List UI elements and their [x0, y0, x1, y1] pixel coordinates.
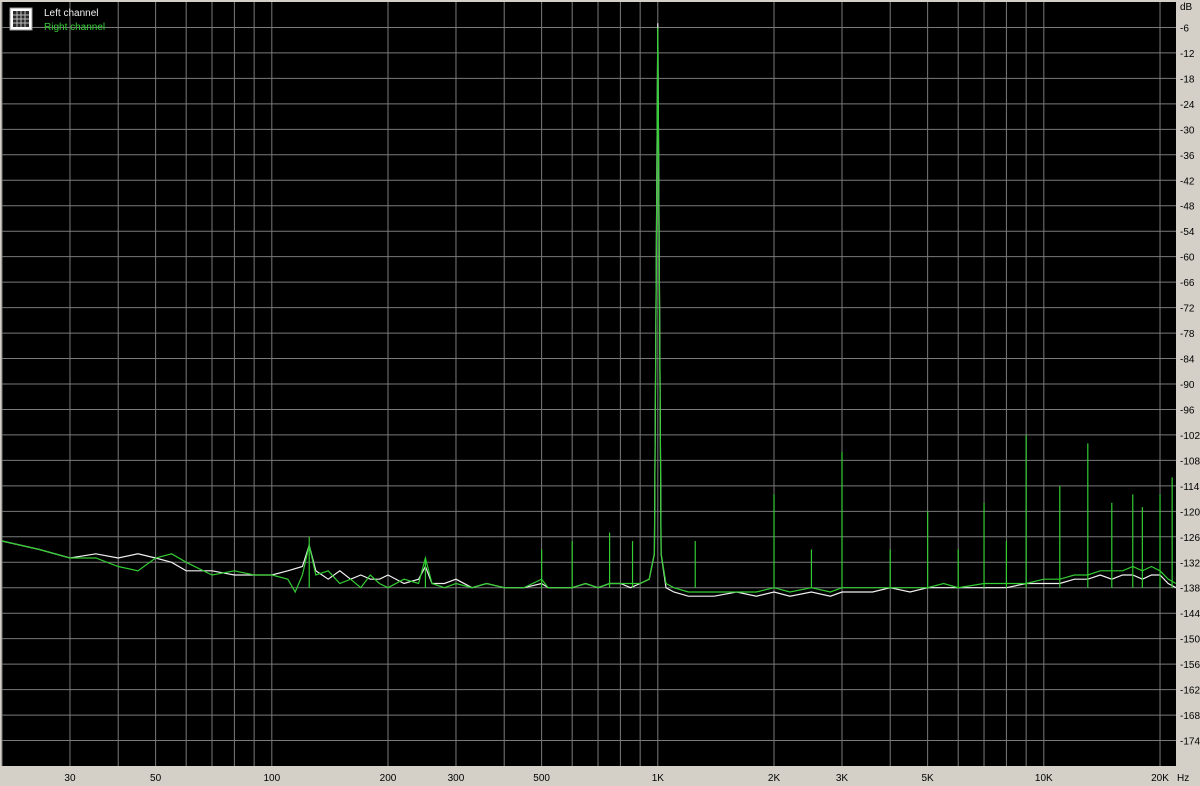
- x-tick-label: 200: [380, 773, 397, 784]
- y-tick-label: -174: [1180, 737, 1200, 748]
- x-tick-label: 3K: [836, 773, 849, 784]
- y-tick-label: -126: [1180, 533, 1200, 544]
- x-tick-label: 500: [533, 773, 550, 784]
- y-tick-label: -132: [1180, 558, 1200, 569]
- spectrum-chart: 30 50 100 200 300 500 1K 2K 3K 5K 10K 20K -6 -12 -18 -…: [0, 0, 1200, 786]
- y-tick-label: -108: [1180, 456, 1200, 467]
- y-tick-label: -96: [1180, 405, 1195, 416]
- y-tick-label: -12: [1180, 49, 1195, 60]
- legend-right-channel: Right channel: [44, 22, 105, 33]
- y-tick-label: -84: [1180, 355, 1195, 366]
- y-tick-label: -144: [1180, 609, 1200, 620]
- y-tick-label: -6: [1180, 23, 1189, 34]
- x-tick-label: 20K: [1151, 773, 1169, 784]
- y-tick-label: -60: [1180, 253, 1195, 264]
- grid-chart-icon: [9, 7, 33, 31]
- y-tick-label: -72: [1180, 304, 1195, 315]
- x-tick-label: 5K: [922, 773, 935, 784]
- y-tick-label: -120: [1180, 507, 1200, 518]
- y-tick-label: -102: [1180, 431, 1200, 442]
- y-tick-label: -54: [1180, 227, 1195, 238]
- y-unit-label: dB: [1180, 2, 1193, 13]
- y-tick-label: -48: [1180, 202, 1195, 213]
- x-tick-label: 300: [448, 773, 465, 784]
- x-tick-label: 2K: [768, 773, 781, 784]
- x-unit-label: Hz: [1177, 773, 1189, 784]
- x-tick-label: 1K: [652, 773, 665, 784]
- y-tick-label: -42: [1180, 176, 1195, 187]
- y-tick-label: -78: [1180, 329, 1195, 340]
- y-tick-label: -36: [1180, 151, 1195, 162]
- y-tick-label: -18: [1180, 74, 1195, 85]
- y-tick-label: -150: [1180, 635, 1200, 646]
- y-tick-label: -66: [1180, 278, 1195, 289]
- x-tick-label: 30: [64, 773, 76, 784]
- x-tick-label: 100: [263, 773, 280, 784]
- y-tick-label: -24: [1180, 100, 1195, 111]
- y-tick-label: -90: [1180, 380, 1195, 391]
- legend-left-channel: Left channel: [44, 8, 99, 19]
- y-tick-label: -30: [1180, 125, 1195, 136]
- y-tick-label: -168: [1180, 711, 1200, 722]
- y-tick-label: -156: [1180, 660, 1200, 671]
- x-tick-label: 50: [150, 773, 162, 784]
- x-tick-label: 10K: [1035, 773, 1053, 784]
- y-tick-label: -114: [1180, 482, 1200, 493]
- y-tick-label: -138: [1180, 584, 1200, 595]
- y-tick-label: -162: [1180, 686, 1200, 697]
